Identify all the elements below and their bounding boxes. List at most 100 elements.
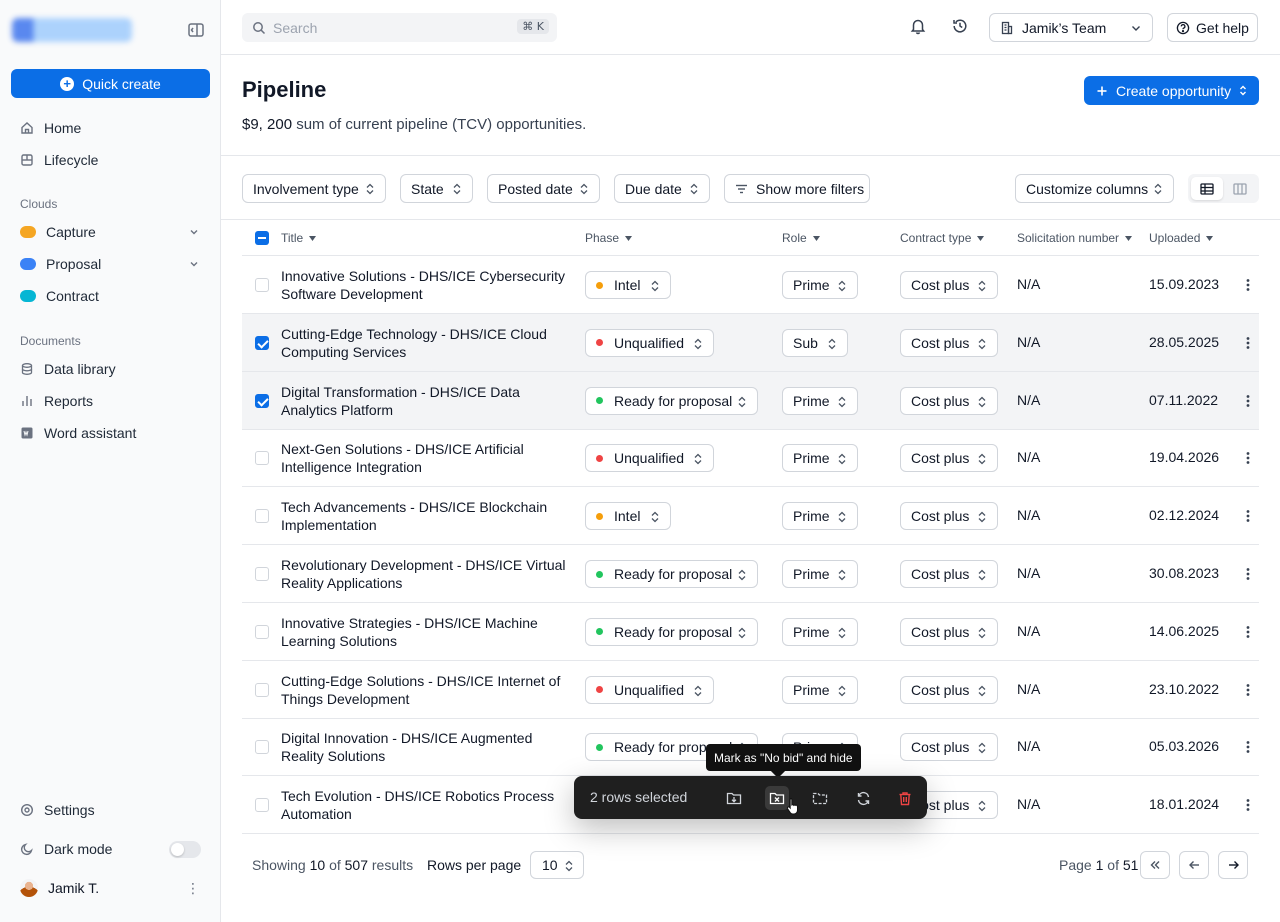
more-vertical-icon[interactable]	[1242, 392, 1254, 410]
rows-per-page-select[interactable]: 10	[530, 851, 584, 879]
chevron-down-icon[interactable]	[188, 258, 200, 270]
phase-select[interactable]: Ready for proposal	[585, 560, 758, 588]
move-to-folder-button[interactable]	[722, 786, 746, 810]
role-select[interactable]: Prime	[782, 560, 858, 588]
filter-state[interactable]: State	[400, 174, 473, 203]
sidebar-item-settings[interactable]: Settings	[10, 796, 210, 824]
app-logo[interactable]	[12, 18, 132, 42]
column-header-role[interactable]: Role	[782, 231, 820, 245]
first-page-button[interactable]	[1140, 851, 1170, 879]
chevron-down-icon[interactable]	[188, 226, 200, 238]
phase-select[interactable]: Unqualified	[585, 675, 714, 704]
more-vertical-icon[interactable]	[1242, 507, 1254, 525]
opportunity-title[interactable]: Cutting-Edge Technology - DHS/ICE Cloud …	[281, 325, 571, 361]
more-vertical-icon[interactable]	[1242, 276, 1254, 294]
contract-type-select[interactable]: Cost plus	[900, 502, 998, 531]
table-row[interactable]: Innovative Solutions - DHS/ICE Cybersecu…	[242, 256, 1259, 314]
row-checkbox[interactable]	[255, 335, 269, 350]
phase-select[interactable]: Ready for proposal	[585, 386, 758, 415]
sidebar-item-contract[interactable]: Contract	[10, 282, 210, 310]
table-row[interactable]: Revolutionary Development - DHS/ICE Virt…	[242, 545, 1259, 603]
role-select[interactable]: Prime	[782, 271, 858, 299]
delete-button[interactable]	[893, 786, 917, 810]
bell-icon[interactable]	[909, 17, 927, 35]
dark-mode-toggle[interactable]	[169, 841, 201, 858]
column-header-title[interactable]: Title	[281, 231, 317, 245]
role-select[interactable]: Prime	[782, 617, 858, 646]
phase-select[interactable]: Ready for proposal	[585, 617, 758, 646]
column-header-solicitation-number[interactable]: Solicitation number	[1017, 231, 1133, 245]
column-header-uploaded[interactable]: Uploaded	[1149, 231, 1214, 245]
archive-button[interactable]	[808, 786, 832, 810]
filter-due-date[interactable]: Due date	[614, 174, 710, 203]
get-help-button[interactable]: Get help	[1167, 13, 1258, 42]
more-vertical-icon[interactable]	[1242, 334, 1254, 352]
more-vertical-icon[interactable]: ⋮	[186, 880, 200, 897]
table-row[interactable]: Innovative Strategies - DHS/ICE Machine …	[242, 603, 1259, 661]
table-view-icon[interactable]	[1191, 177, 1223, 200]
quick-create-button[interactable]: + Quick create	[11, 69, 210, 98]
opportunity-title[interactable]: Innovative Strategies - DHS/ICE Machine …	[281, 614, 571, 650]
row-checkbox[interactable]	[255, 740, 269, 755]
more-vertical-icon[interactable]	[1242, 449, 1254, 467]
row-checkbox[interactable]	[255, 682, 269, 697]
user-menu[interactable]: Jamik T. ⋮	[10, 874, 210, 902]
opportunity-title[interactable]: Digital Innovation - DHS/ICE Augmented R…	[281, 729, 571, 765]
column-header-contract-type[interactable]: Contract type	[900, 231, 985, 245]
row-checkbox[interactable]	[255, 567, 269, 581]
contract-type-select[interactable]: Cost plus	[900, 560, 998, 588]
sidebar-item-data-library[interactable]: Data library	[10, 355, 210, 383]
sidebar-item-word-assistant[interactable]: Word assistant	[10, 419, 210, 447]
table-row[interactable]: Next-Gen Solutions - DHS/ICE Artificial …	[242, 429, 1259, 488]
phase-select[interactable]: Unqualified	[585, 328, 714, 357]
contract-type-select[interactable]: Cost plus	[900, 386, 998, 415]
phase-select[interactable]: Unqualified	[585, 444, 714, 473]
chevron-up-down-icon[interactable]	[1237, 84, 1249, 97]
filter-involvement-type[interactable]: Involvement type	[242, 174, 386, 203]
role-select[interactable]: Prime	[782, 386, 858, 415]
contract-type-select[interactable]: Cost plus	[900, 675, 998, 704]
more-vertical-icon[interactable]	[1242, 681, 1254, 699]
role-select[interactable]: Sub	[782, 328, 848, 357]
next-page-button[interactable]	[1218, 851, 1248, 879]
customize-columns-button[interactable]: Customize columns	[1015, 174, 1174, 203]
phase-select[interactable]: Intel	[585, 502, 671, 531]
more-vertical-icon[interactable]	[1242, 796, 1254, 814]
sidebar-item-capture[interactable]: Capture	[10, 218, 210, 246]
opportunity-title[interactable]: Cutting-Edge Solutions - DHS/ICE Interne…	[281, 672, 571, 708]
contract-type-select[interactable]: Cost plus	[900, 617, 998, 646]
opportunity-title[interactable]: Digital Transformation - DHS/ICE Data An…	[281, 383, 571, 419]
more-vertical-icon[interactable]	[1242, 565, 1254, 583]
search-input[interactable]: Search ⌘ K	[242, 13, 557, 42]
opportunity-title[interactable]: Next-Gen Solutions - DHS/ICE Artificial …	[281, 440, 571, 476]
table-row[interactable]: Cutting-Edge Solutions - DHS/ICE Interne…	[242, 661, 1259, 719]
sidebar-item-reports[interactable]: Reports	[10, 387, 210, 415]
row-checkbox[interactable]	[255, 624, 269, 639]
board-view-icon[interactable]	[1224, 177, 1256, 200]
opportunity-title[interactable]: Tech Evolution - DHS/ICE Robotics Proces…	[281, 787, 571, 823]
create-opportunity-button[interactable]: Create opportunity	[1084, 76, 1259, 105]
contract-type-select[interactable]: Cost plus	[900, 733, 998, 762]
row-checkbox[interactable]	[255, 509, 269, 524]
opportunity-title[interactable]: Tech Advancements - DHS/ICE Blockchain I…	[281, 498, 571, 534]
contract-type-select[interactable]: Cost plus	[900, 444, 998, 473]
row-checkbox[interactable]	[255, 451, 269, 466]
more-vertical-icon[interactable]	[1242, 738, 1254, 756]
opportunity-title[interactable]: Innovative Solutions - DHS/ICE Cybersecu…	[281, 267, 571, 303]
sidebar-item-proposal[interactable]: Proposal	[10, 250, 210, 278]
role-select[interactable]: Prime	[782, 502, 858, 531]
table-row[interactable]: Tech Advancements - DHS/ICE Blockchain I…	[242, 487, 1259, 546]
contract-type-select[interactable]: Cost plus	[900, 271, 998, 299]
contract-type-select[interactable]: Cost plus	[900, 328, 998, 357]
history-icon[interactable]	[951, 17, 969, 35]
row-checkbox[interactable]	[255, 798, 269, 813]
show-more-filters-button[interactable]: Show more filters	[724, 174, 870, 203]
phase-select[interactable]: Intel	[585, 271, 671, 299]
opportunity-title[interactable]: Revolutionary Development - DHS/ICE Virt…	[281, 556, 571, 592]
sidebar-collapse-icon[interactable]	[187, 21, 207, 41]
sidebar-item-home[interactable]: Home	[10, 114, 210, 142]
more-vertical-icon[interactable]	[1242, 623, 1254, 641]
row-checkbox[interactable]	[255, 393, 269, 408]
role-select[interactable]: Prime	[782, 444, 858, 473]
refresh-button[interactable]	[851, 786, 875, 810]
